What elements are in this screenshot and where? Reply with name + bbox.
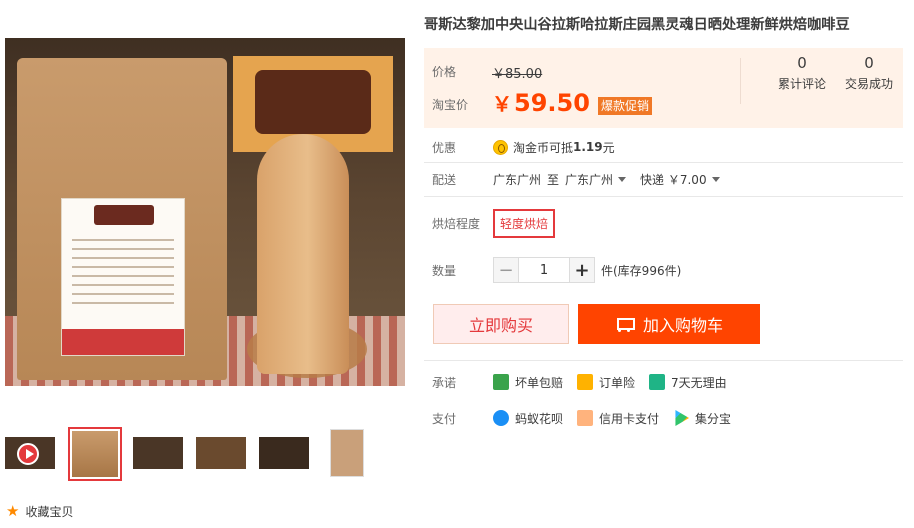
ship-from: 广东广州 xyxy=(493,172,542,187)
shop-sign-logo xyxy=(255,70,371,134)
chevron-down-icon xyxy=(618,177,627,182)
promise-row: 承诺 坏单包赔 订单险 7天无理由 xyxy=(424,372,903,392)
insurance-icon xyxy=(577,374,594,390)
offer-amount: 1.19 xyxy=(573,140,603,154)
price-label: 价格 xyxy=(432,65,457,79)
promise-item-label: 坏单包赔 xyxy=(515,375,564,390)
wooden-sculpture-image xyxy=(257,134,349,374)
offer-unit: 元 xyxy=(602,140,615,155)
thumbnail-3[interactable] xyxy=(133,437,183,469)
buy-now-button[interactable]: 立即购买 xyxy=(433,304,569,344)
quantity-decrease-button[interactable]: − xyxy=(493,257,519,283)
taojinbi-coin-icon xyxy=(493,139,508,155)
shipping-method-select[interactable]: 快递 ￥7.00 xyxy=(640,171,726,188)
favorite-link[interactable]: ★ 收藏宝贝 xyxy=(6,502,73,520)
seven-day-icon xyxy=(649,374,666,390)
payment-credit-card[interactable]: 信用卡支付 xyxy=(577,410,659,427)
divider xyxy=(424,162,903,163)
price-value: 59.50 xyxy=(514,89,590,117)
product-title: 哥斯达黎加中央山谷拉斯哈拉斯庄园黑灵魂日晒处理新鲜烘焙咖啡豆 xyxy=(424,17,850,33)
quantity-label: 数量 xyxy=(432,263,457,278)
thumbnail-image xyxy=(72,431,118,477)
payment-item-label: 信用卡支付 xyxy=(599,411,660,426)
favorite-label: 收藏宝贝 xyxy=(25,504,74,519)
thumbnail-selected[interactable] xyxy=(68,427,122,481)
thumbnail-strip xyxy=(5,427,405,481)
credit-card-icon xyxy=(577,410,594,426)
play-icon xyxy=(17,443,39,465)
bag-label-text-lines xyxy=(72,239,174,309)
ship-to-value: 广东广州 xyxy=(565,172,614,187)
add-to-cart-button[interactable]: 加入购物车 xyxy=(578,304,760,344)
ship-to-select[interactable]: 广东广州 xyxy=(565,171,632,188)
sales-count-value: 0 xyxy=(864,54,874,72)
sales-count[interactable]: 0 交易成功 xyxy=(838,53,900,92)
roast-label: 烘焙程度 xyxy=(432,216,481,231)
payment-huabei[interactable]: 蚂蚁花呗 xyxy=(493,410,563,427)
offer-row: 优惠 淘金币可抵 1.19 元 xyxy=(424,134,903,160)
payment-item-label: 蚂蚁花呗 xyxy=(515,411,564,426)
review-count[interactable]: 0 累计评论 xyxy=(770,53,834,92)
offer-text: 淘金币可抵 xyxy=(513,140,574,155)
main-product-photo[interactable] xyxy=(5,38,405,386)
coffee-bag-image xyxy=(17,58,227,380)
payment-item-label: 集分宝 xyxy=(695,411,732,426)
quantity-stepper: − + xyxy=(493,257,595,283)
roast-row: 烘焙程度 轻度烘焙 xyxy=(424,208,903,238)
currency-symbol: ￥ xyxy=(492,92,512,116)
bag-label-red-band xyxy=(62,329,184,355)
divider xyxy=(424,196,903,197)
quantity-increase-button[interactable]: + xyxy=(569,257,595,283)
sales-count-label: 交易成功 xyxy=(844,77,893,91)
ship-to-word: 至 xyxy=(547,172,560,187)
thumbnail-6[interactable] xyxy=(330,429,364,477)
promise-item-label: 7天无理由 xyxy=(671,375,727,390)
buy-now-label: 立即购买 xyxy=(468,316,533,335)
thumbnail-video[interactable] xyxy=(5,437,55,469)
jifenbao-icon xyxy=(675,410,690,426)
promo-badge: 爆款促销 xyxy=(598,97,653,115)
bag-label xyxy=(61,198,185,356)
promise-item-order-insurance[interactable]: 订单险 xyxy=(577,374,635,391)
taobao-price: ￥ 59.50 xyxy=(492,88,590,117)
promise-item-label: 订单险 xyxy=(599,375,636,390)
huabei-icon xyxy=(493,410,509,426)
add-to-cart-label: 加入购物车 xyxy=(642,316,723,335)
stats-divider xyxy=(740,58,741,104)
shipping-label: 配送 xyxy=(432,172,457,187)
promise-item-7day-return[interactable]: 7天无理由 xyxy=(649,374,727,391)
chevron-down-icon xyxy=(711,177,720,182)
review-count-label: 累计评论 xyxy=(777,77,826,91)
bag-logo xyxy=(94,205,154,225)
shipping-row: 配送 广东广州 至 广东广州 快递 ￥7.00 xyxy=(424,168,903,190)
thumbnail-5[interactable] xyxy=(259,437,309,469)
cart-icon xyxy=(615,317,635,332)
payment-jifenbao[interactable]: 集分宝 xyxy=(673,410,731,427)
thumbnail-4[interactable] xyxy=(196,437,246,469)
stock-info: 件(库存996件) xyxy=(601,263,682,278)
review-count-value: 0 xyxy=(797,54,807,72)
divider xyxy=(424,360,903,361)
shield-icon xyxy=(493,374,509,390)
taobao-price-label: 淘宝价 xyxy=(432,98,469,112)
price-panel: 价格 ￥85.00 淘宝价 ￥ 59.50 爆款促销 0 累计评论 0 交易成功 xyxy=(424,48,903,128)
quantity-input[interactable] xyxy=(519,257,569,283)
promise-item-bad-order[interactable]: 坏单包赔 xyxy=(493,374,563,391)
shipping-method-value: 快递 ￥7.00 xyxy=(640,172,707,187)
payment-label: 支付 xyxy=(432,411,457,426)
quantity-row: 数量 − + 件(库存996件) xyxy=(424,256,903,284)
offer-label: 优惠 xyxy=(432,140,457,155)
promise-label: 承诺 xyxy=(432,375,457,390)
roast-option-light[interactable]: 轻度烘焙 xyxy=(493,208,556,238)
payment-row: 支付 蚂蚁花呗 信用卡支付 集分宝 xyxy=(424,408,903,428)
original-price: ￥85.00 xyxy=(492,67,543,82)
star-icon: ★ xyxy=(6,502,20,520)
